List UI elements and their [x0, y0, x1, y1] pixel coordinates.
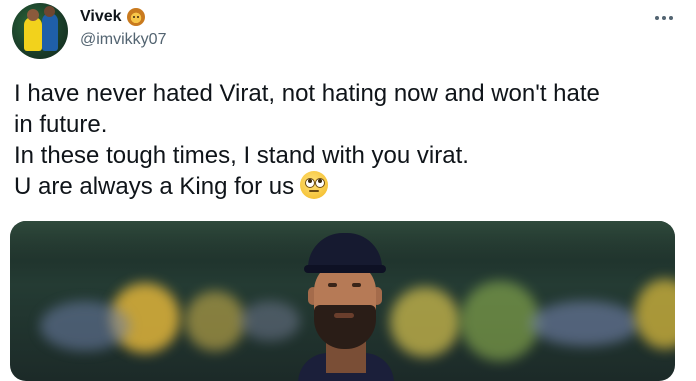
player-beard [314, 305, 376, 349]
tweet-text: I have never hated Virat, not hating now… [14, 78, 690, 202]
bokeh-light [40, 301, 130, 351]
lion-face-icon [126, 8, 145, 26]
bokeh-light [635, 279, 675, 349]
player-mouth [334, 313, 354, 318]
tweet-line-last: U are always a King for us [14, 171, 690, 202]
author-handle[interactable]: @imvikky07 [80, 30, 166, 50]
tweet-line-text: U are always a King for us [14, 173, 295, 200]
player-eyebrow [328, 283, 337, 287]
tweet-photo[interactable] [10, 221, 675, 381]
tweet-line: I have never hated Virat, not hating now… [14, 80, 600, 107]
tweet-line: In these tough times, I stand with you v… [14, 142, 469, 169]
more-options-icon[interactable] [652, 8, 676, 28]
face-with-rolling-eyes-icon [300, 171, 329, 199]
author-name-row: Vivek [80, 7, 145, 27]
avatar-head-left [27, 9, 39, 21]
bokeh-light [530, 301, 640, 346]
tweet-line: in future. [14, 111, 108, 138]
player-cap-brim [304, 265, 386, 273]
avatar[interactable] [12, 3, 68, 59]
player-eyebrow [352, 283, 361, 287]
avatar-head-right [44, 6, 55, 17]
bokeh-light [460, 281, 540, 361]
bokeh-light [185, 291, 245, 351]
avatar-figure-right [42, 13, 58, 51]
tweet-card[interactable]: Vivek @imvikky07 I have never hated Vira… [0, 0, 696, 381]
avatar-figure-left [24, 17, 42, 51]
photo-subject-player [290, 227, 400, 381]
bokeh-light [390, 287, 460, 357]
author-display-name[interactable]: Vivek [80, 7, 122, 27]
